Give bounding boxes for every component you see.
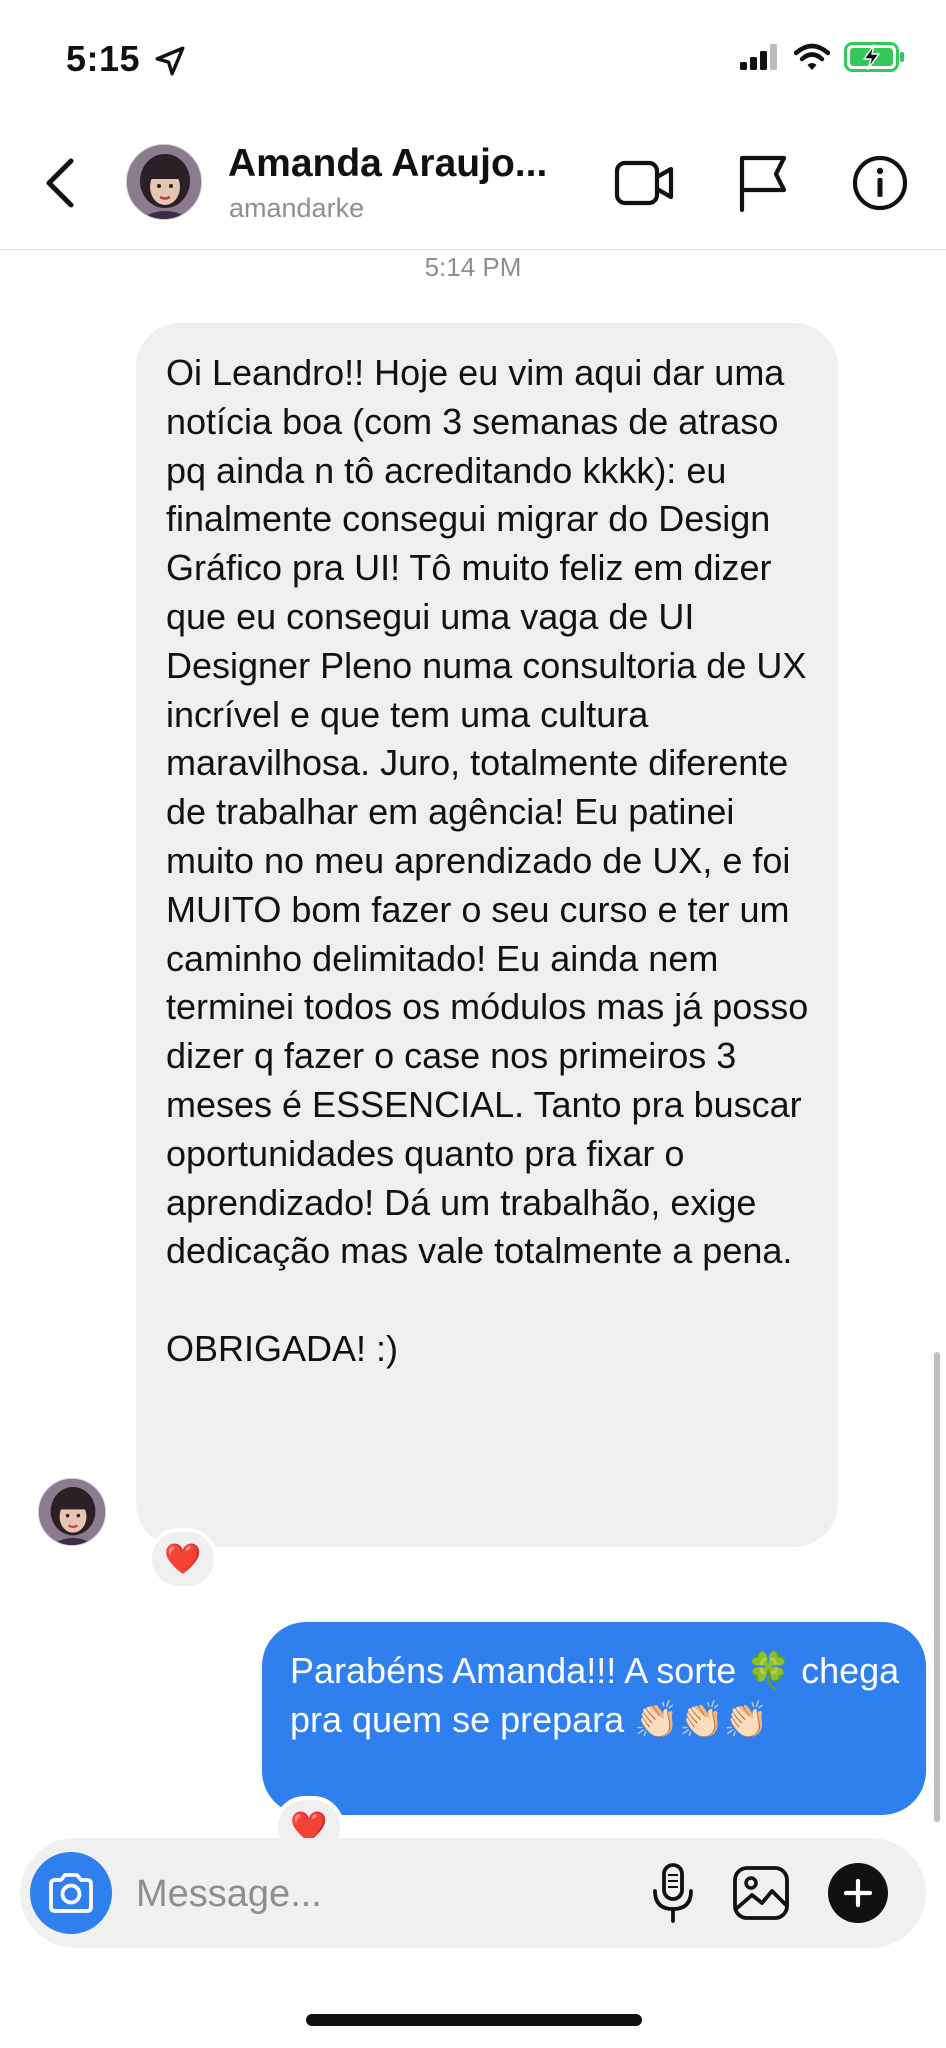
chat-header: Amanda Araujo... amandarke xyxy=(0,120,946,250)
cellular-signal-icon xyxy=(740,44,777,70)
camera-icon xyxy=(49,1873,93,1913)
info-button[interactable] xyxy=(847,150,913,216)
camera-button[interactable] xyxy=(30,1852,112,1934)
gallery-button[interactable] xyxy=(728,1860,794,1926)
battery-charging-icon xyxy=(844,42,904,72)
status-bar: 5:15 xyxy=(0,0,946,120)
status-indicators xyxy=(740,42,906,72)
incoming-reaction[interactable]: ❤️ xyxy=(148,1528,218,1590)
sender-avatar[interactable] xyxy=(38,1478,106,1546)
wifi-icon xyxy=(794,43,830,70)
plus-icon xyxy=(843,1878,873,1908)
gallery-icon xyxy=(733,1866,789,1920)
message-input[interactable] xyxy=(136,1866,606,1922)
video-call-icon xyxy=(614,160,674,206)
voice-message-button[interactable] xyxy=(640,1860,706,1926)
info-icon xyxy=(852,155,908,211)
location-arrow-icon xyxy=(155,46,185,76)
incoming-message-bubble[interactable]: Oi Leandro!! Hoje eu vim aqui dar uma no… xyxy=(136,323,838,1547)
heart-icon: ❤️ xyxy=(164,1542,202,1576)
message-composer xyxy=(20,1838,926,1948)
back-chevron-icon xyxy=(46,158,74,208)
microphone-icon xyxy=(653,1863,693,1923)
chat-scrollbar[interactable] xyxy=(934,1352,940,1822)
back-button[interactable] xyxy=(30,148,90,218)
report-button[interactable] xyxy=(730,150,796,216)
flag-icon xyxy=(739,155,787,212)
outgoing-message-text: Parabéns Amanda!!! A sorte 🍀 chega pra q… xyxy=(290,1650,900,1740)
video-call-button[interactable] xyxy=(612,150,678,216)
status-time: 5:15 xyxy=(66,38,141,79)
incoming-message-text: Oi Leandro!! Hoje eu vim aqui dar uma no… xyxy=(166,352,809,1369)
contact-name[interactable]: Amanda Araujo... xyxy=(228,142,547,186)
contact-avatar[interactable] xyxy=(126,144,202,220)
message-timestamp: 5:14 PM xyxy=(424,252,522,282)
outgoing-message-bubble[interactable]: Parabéns Amanda!!! A sorte 🍀 chega pra q… xyxy=(262,1622,926,1815)
home-indicator[interactable] xyxy=(306,2014,642,2026)
more-options-button[interactable] xyxy=(828,1863,888,1923)
contact-handle[interactable]: amandarke xyxy=(229,193,364,224)
